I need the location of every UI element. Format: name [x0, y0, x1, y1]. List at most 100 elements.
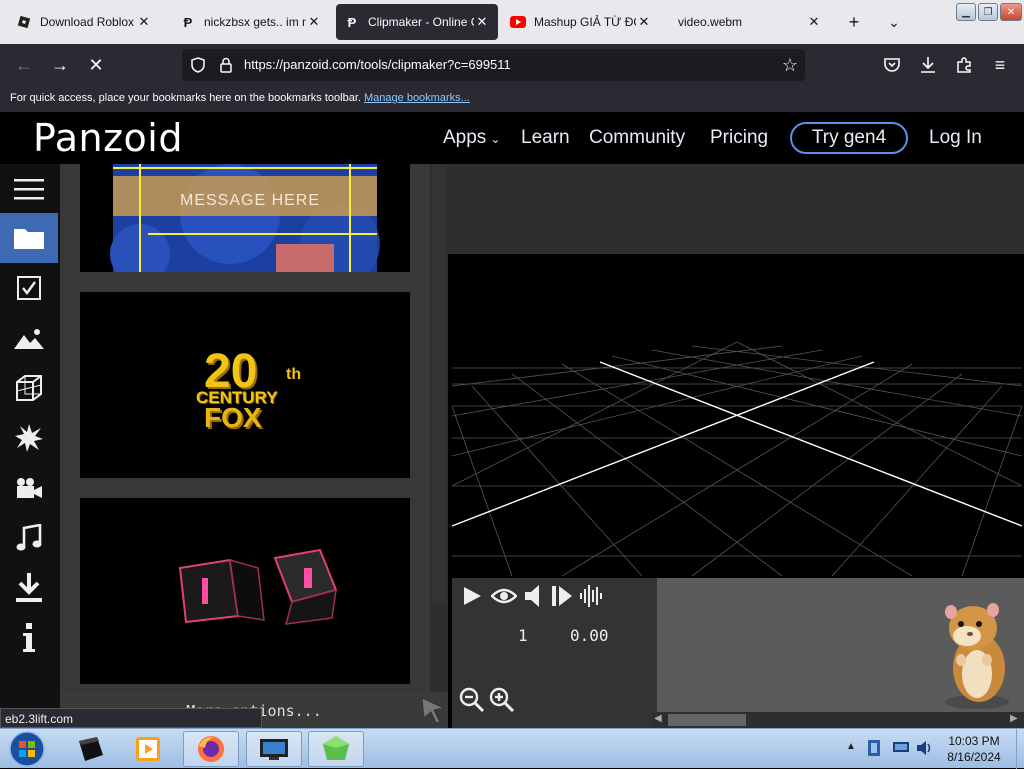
tab-title: Download Roblox — [40, 15, 135, 29]
tab-video-webm[interactable]: video.webm ✕ — [668, 4, 830, 40]
template-card-message[interactable]: MESSAGE HERE — [80, 164, 410, 272]
screen-app-taskbar-icon[interactable] — [246, 731, 302, 767]
forward-arrow-icon[interactable]: → — [48, 53, 72, 77]
zoom-in-icon[interactable] — [488, 686, 516, 714]
timeline-header-area — [448, 164, 1024, 254]
list-tabs-icon[interactable]: ⌄ — [882, 10, 906, 34]
scrollbar-thumb[interactable] — [668, 714, 746, 726]
3d-blocks-thumbnail — [178, 548, 338, 625]
zoom-out-icon[interactable] — [458, 686, 486, 714]
scroll-left-icon[interactable]: ◀ — [654, 713, 662, 724]
new-tab-button[interactable]: + — [842, 10, 866, 34]
nav-learn[interactable]: Learn — [521, 127, 570, 149]
scrollbar-thumb[interactable] — [432, 164, 446, 604]
tab-nickzbsx[interactable]: Ᵽ nickzbsx gets.. im nc ✕ — [172, 4, 330, 40]
stop-loading-icon[interactable]: ✕ — [84, 53, 108, 77]
music-note-icon[interactable] — [0, 513, 58, 563]
template-thumbnail — [110, 164, 380, 272]
menu-hamburger-icon[interactable]: ≡ — [988, 53, 1012, 77]
pocket-icon[interactable] — [880, 53, 904, 77]
step-forward-icon[interactable] — [550, 584, 574, 608]
play-icon[interactable] — [460, 584, 484, 608]
frame-counter: 1 — [518, 626, 528, 645]
close-tab-icon[interactable]: ✕ — [636, 14, 652, 30]
tab-title: nickzbsx gets.. im nc — [204, 15, 306, 29]
status-link-tooltip: eb2.3lift.com — [0, 708, 262, 728]
fox-logo-thumbnail: 20 th CENTURY FOX — [194, 344, 324, 444]
tray-app-icon[interactable] — [866, 739, 882, 762]
close-tab-icon[interactable]: ✕ — [806, 14, 822, 30]
bookmarks-toolbar: For quick access, place your bookmarks h… — [0, 86, 1024, 112]
playback-controls: 1 0.00 — [452, 578, 657, 728]
volume-icon[interactable] — [916, 739, 934, 762]
3d-cube-icon[interactable] — [0, 363, 58, 413]
system-clock[interactable]: 10:03 PM 8/16/2024 — [936, 733, 1012, 765]
network-icon[interactable] — [892, 741, 910, 760]
shield-icon[interactable] — [186, 53, 210, 77]
image-mountain-icon[interactable] — [0, 313, 58, 363]
checkbox-icon[interactable] — [0, 263, 58, 313]
browser-tab-strip: Download Roblox ✕ Ᵽ nickzbsx gets.. im n… — [0, 0, 1024, 44]
panzoid-p-icon: Ᵽ — [347, 14, 357, 30]
restore-button[interactable]: ❐ — [978, 3, 998, 21]
show-desktop-button[interactable] — [1016, 729, 1024, 769]
firefox-taskbar-icon[interactable] — [183, 731, 239, 767]
start-button[interactable] — [2, 731, 52, 767]
roblox-icon — [16, 14, 32, 30]
show-hidden-icons-icon[interactable]: ▲ — [846, 741, 856, 752]
url-bar[interactable]: https://panzoid.com/tools/clipmaker?c=69… — [182, 49, 805, 81]
windows-taskbar: ▲ 10:03 PM 8/16/2024 — [0, 728, 1024, 769]
info-icon[interactable] — [0, 613, 58, 663]
green-gem-taskbar-icon[interactable] — [308, 731, 364, 767]
login-link[interactable]: Log In — [929, 127, 982, 149]
bookmark-star-icon[interactable]: ☆ — [778, 53, 802, 77]
template-list-panel: MESSAGE HERE 20 th CENTURY FOX ▲ More op… — [60, 164, 448, 728]
waveform-icon[interactable] — [578, 584, 606, 608]
fox-logo-fox: FOX — [204, 402, 262, 433]
clock-date: 8/16/2024 — [947, 750, 1001, 764]
tab-mashup[interactable]: Mashup GIẢ TỪ ĐOẠ ✕ — [502, 4, 660, 40]
manage-bookmarks-link[interactable]: Manage bookmarks... — [364, 92, 470, 104]
downloads-icon[interactable] — [916, 53, 940, 77]
site-header: Panzoid Apps ⌄ Learn Community Pricing Tr… — [0, 112, 1024, 164]
nav-community[interactable]: Community — [589, 127, 685, 149]
minimize-button[interactable]: ▁ — [956, 3, 976, 21]
close-tab-icon[interactable]: ✕ — [136, 14, 152, 30]
media-player-taskbar-icon[interactable] — [120, 731, 176, 767]
sidebar-menu-icon[interactable] — [0, 164, 58, 214]
scroll-right-icon[interactable]: ▶ — [1010, 713, 1018, 724]
template-list-scrollbar[interactable]: ▲ — [430, 164, 448, 728]
navigation-toolbar: ← → ✕ https://panzoid.com/tools/clipmake… — [0, 44, 1024, 86]
burst-effects-icon[interactable] — [0, 413, 58, 463]
extensions-icon[interactable] — [952, 53, 976, 77]
template-card-20th-century-fox[interactable]: 20 th CENTURY FOX — [80, 292, 410, 478]
mouse-cursor-icon — [420, 696, 446, 729]
chevron-down-icon: ⌄ — [490, 132, 501, 146]
timeline-area[interactable] — [657, 578, 1024, 712]
download-icon[interactable] — [0, 563, 58, 613]
window-close-button[interactable]: ✕ — [1000, 3, 1022, 21]
nav-pricing[interactable]: Pricing — [710, 127, 768, 149]
tab-title: Clipmaker - Online C — [368, 15, 474, 29]
tab-download-roblox[interactable]: Download Roblox ✕ — [8, 4, 160, 40]
close-tab-icon[interactable]: ✕ — [306, 14, 322, 30]
try-gen4-button[interactable]: Try gen4 — [790, 122, 908, 154]
tab-clipmaker[interactable]: Ᵽ Clipmaker - Online C ✕ — [336, 4, 498, 40]
back-arrow-icon[interactable]: ← — [12, 53, 36, 77]
eye-icon[interactable] — [490, 584, 518, 608]
roblox-taskbar-icon[interactable] — [62, 731, 118, 767]
folder-icon[interactable] — [0, 213, 58, 263]
lock-icon[interactable] — [214, 53, 238, 77]
nav-apps[interactable]: Apps ⌄ — [443, 127, 500, 149]
panzoid-logo[interactable]: Panzoid — [33, 116, 183, 160]
3d-preview-viewport[interactable] — [451, 256, 1023, 577]
template-card-3d-blocks[interactable] — [80, 498, 410, 684]
timeline-horizontal-scrollbar[interactable]: ◀ ▶ — [652, 712, 1024, 728]
camera-icon[interactable] — [0, 463, 58, 513]
hamster-mascot — [945, 603, 1009, 709]
tab-title: Mashup GIẢ TỪ ĐOẠ — [534, 15, 636, 29]
tab-title: video.webm — [678, 15, 743, 29]
url-text[interactable]: https://panzoid.com/tools/clipmaker?c=69… — [244, 57, 511, 72]
speaker-icon[interactable] — [522, 584, 546, 608]
close-tab-icon[interactable]: ✕ — [474, 14, 490, 30]
